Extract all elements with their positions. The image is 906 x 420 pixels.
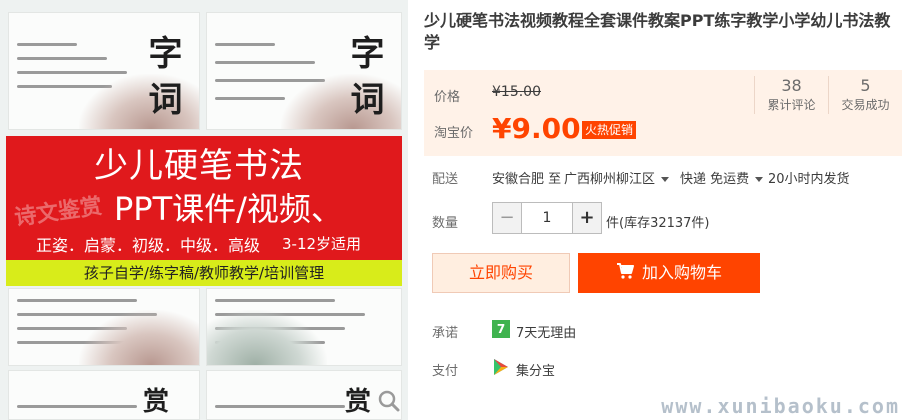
payment-text[interactable]: 集分宝 [516,360,555,379]
product-title: 少儿硬笔书法视频教程全套课件教案PPT练字教学小学幼儿书法教学 [424,11,891,52]
banner-age: 3-12岁适用 [282,235,362,253]
review-count-label: 累计评论 [767,98,816,112]
zoom-icon[interactable] [376,388,402,414]
preview-slide: 赏 [8,370,200,420]
sales-count: 5 [860,76,871,95]
review-count: 38 [781,76,802,95]
preview-slide [8,288,200,366]
banner-strip: 孩子自学/练字稿/教师教学/培训管理 [6,260,402,286]
ship-to-select[interactable]: 广西柳州柳江区 [564,168,670,187]
cart-icon [616,254,634,294]
preview-slide: 赏 [206,370,402,420]
stock-text: 件(库存32137件) [606,216,710,231]
banner-levels: 正姿．启蒙．初级．中级．高级 [36,236,261,255]
banner-strip-text: 孩子自学/练字稿/教师教学/培训管理 [83,264,325,282]
original-price: ¥15.00 [492,84,541,100]
quantity-decrease-button[interactable]: − [493,203,521,233]
jifenbao-icon [492,358,510,376]
add-to-cart-button[interactable]: 加入购物车 [578,253,760,293]
slide-calligraphy-text: 赏 [344,387,371,417]
quantity-stepper: − 1 + [492,202,602,234]
sales-stats: 38 累计评论 5 交易成功 [754,76,902,114]
ship-method-select[interactable]: 快递 免运费 [680,168,764,187]
ship-method-label: 快递 免运费 [680,172,750,187]
review-count-stat[interactable]: 38 累计评论 [754,76,828,114]
promo-tag: 火热促销 [582,121,637,139]
sales-count-label: 交易成功 [841,98,890,112]
promise-text[interactable]: 7天无理由 [516,322,576,341]
promo-banner: 诗文鉴赏 少儿硬笔书法 PPT课件/视频、 正姿．启蒙．初级．中级．高级 3-1… [6,136,402,260]
taobao-price-label: 淘宝价 [434,126,474,141]
banner-title-line1: 少儿硬笔书法 [94,146,304,186]
product-image[interactable]: 字 词 字 词 诗文鉴赏 少儿硬笔书法 PPT课件/视频、 正姿．启蒙．初级．中… [0,0,408,420]
ship-time: 20小时内发货 [768,172,850,187]
caret-down-icon [661,177,670,182]
preview-slide [206,288,402,366]
price-label: 价格 [434,90,461,105]
sales-count-stat: 5 交易成功 [828,76,902,114]
slide-calligraphy-text: 字 词 [344,35,384,115]
ship-from: 安徽合肥 至 [492,172,562,187]
price-panel: 价格 ¥15.00 淘宝价 ¥9.00 火热促销 38 累计评论 5 交易成功 [424,70,902,156]
quantity-input[interactable]: 1 [521,203,573,233]
buy-now-button[interactable]: 立即购买 [432,253,570,293]
ship-to-label: 广西柳州柳江区 [564,172,656,187]
banner-stamp: 诗文鉴赏 [12,192,104,231]
promise-label: 承诺 [432,326,459,341]
preview-slide: 字 词 [206,12,402,130]
preview-slide: 字 词 [8,12,200,130]
seven-day-badge-icon: 7 [492,320,510,338]
quantity-label: 数量 [432,216,459,231]
caret-down-icon [755,177,764,182]
shipping-label: 配送 [432,172,459,187]
slide-calligraphy-text: 赏 [142,387,169,417]
current-price: ¥9.00 [492,112,581,145]
slide-calligraphy-text: 字 词 [142,35,182,115]
quantity-increase-button[interactable]: + [573,203,601,233]
add-to-cart-label: 加入购物车 [641,263,722,282]
site-watermark: www.xunibaoku.com [661,394,900,418]
banner-title-line2: PPT课件/视频、 [114,190,343,228]
payment-label: 支付 [432,364,459,379]
